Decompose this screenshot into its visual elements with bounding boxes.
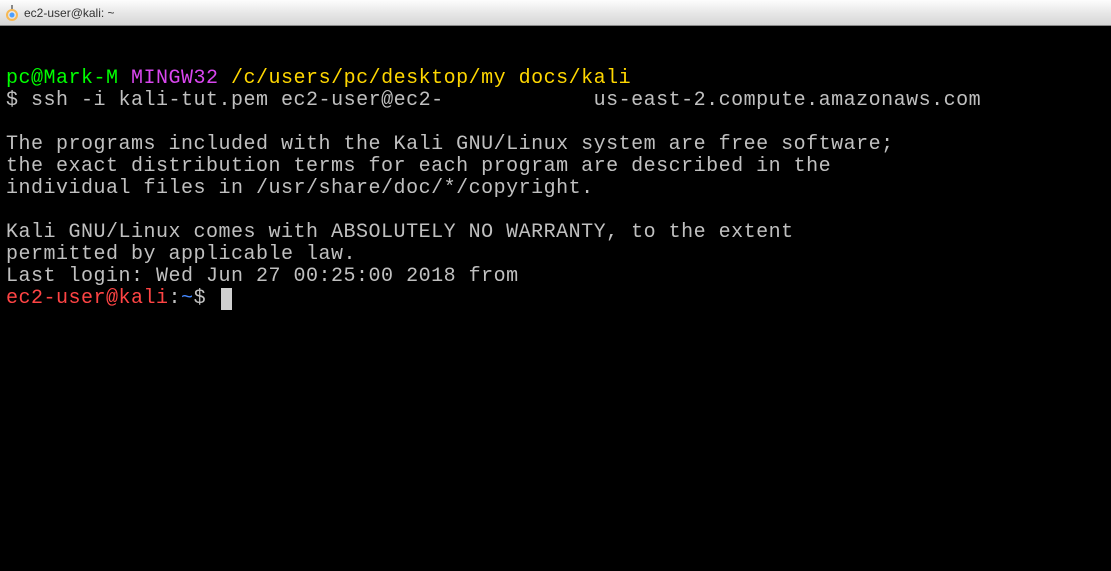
motd-line: permitted by applicable law. xyxy=(6,244,1105,266)
remote-colon: : xyxy=(169,287,182,310)
blank-line xyxy=(6,46,1105,68)
remote-prompt-line: ec2-user@kali:~$ xyxy=(6,288,1105,310)
prompt-dollar: $ xyxy=(6,89,31,112)
motd-line: Kali GNU/Linux comes with ABSOLUTELY NO … xyxy=(6,222,1105,244)
command-line: $ ssh -i kali-tut.pem ec2-user@ec2- us-e… xyxy=(6,90,1105,112)
motd-line: The programs included with the Kali GNU/… xyxy=(6,134,1105,156)
motd-line: the exact distribution terms for each pr… xyxy=(6,156,1105,178)
cursor[interactable] xyxy=(221,288,232,310)
terminal[interactable]: pc@Mark-M MINGW32 /c/users/pc/desktop/my… xyxy=(0,26,1111,316)
motd-line: individual files in /usr/share/doc/*/cop… xyxy=(6,178,1105,200)
ssh-command: ssh -i kali-tut.pem ec2-user@ec2- us-eas… xyxy=(31,89,981,112)
local-user-host: pc@Mark-M xyxy=(6,67,119,90)
title-bar: ec2-user@kali: ~ xyxy=(0,0,1111,26)
local-path: /c/users/pc/desktop/my docs/kali xyxy=(219,67,632,90)
prompt-line-1: pc@Mark-M MINGW32 /c/users/pc/desktop/my… xyxy=(6,68,1105,90)
last-login-line: Last login: Wed Jun 27 00:25:00 2018 fro… xyxy=(6,266,1105,288)
window-icon xyxy=(4,5,20,21)
blank-line xyxy=(6,112,1105,134)
window-title: ec2-user@kali: ~ xyxy=(24,6,115,20)
blank-line xyxy=(6,200,1105,222)
remote-user-host: ec2-user@kali xyxy=(6,287,169,310)
remote-dollar: $ xyxy=(194,287,219,310)
remote-path: ~ xyxy=(181,287,194,310)
shell-env: MINGW32 xyxy=(119,67,219,90)
